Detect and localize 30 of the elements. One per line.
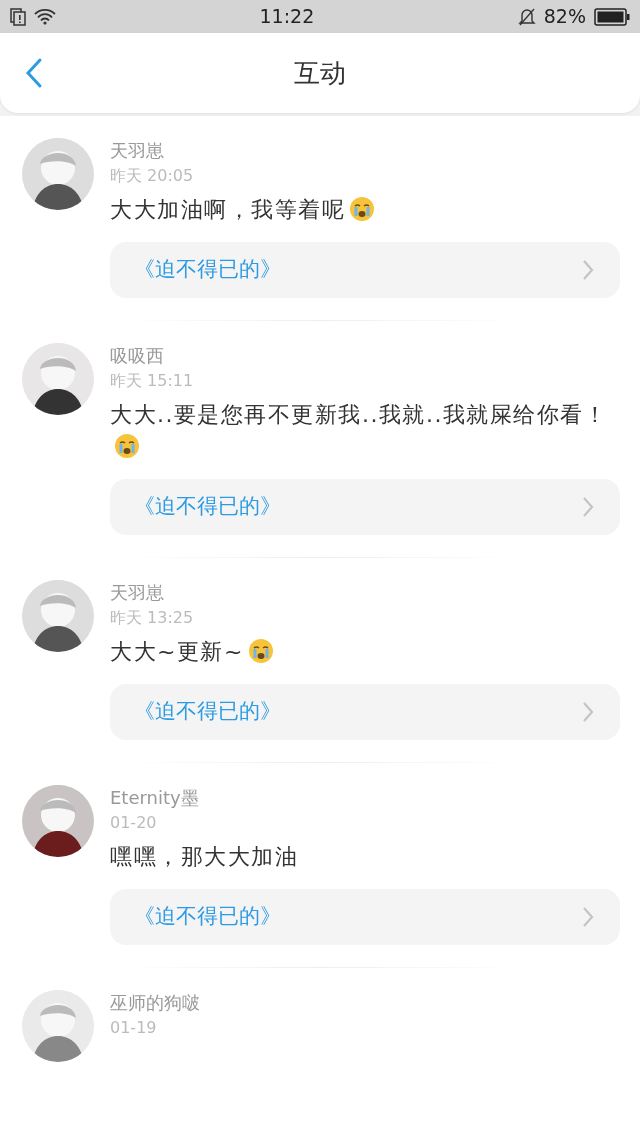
battery-percent: 82%	[543, 4, 586, 30]
work-link[interactable]: 《迫不得已的》	[110, 684, 620, 740]
page-title: 互动	[294, 57, 346, 88]
comment-time: 昨天 15:11	[110, 370, 195, 392]
user-name: 天羽崽	[110, 139, 165, 163]
battery-icon	[594, 7, 630, 26]
sim-card-icon	[10, 7, 26, 26]
chevron-right-icon	[582, 496, 594, 518]
chevron-right-icon	[582, 701, 594, 723]
comment-time: 昨天 20:05	[110, 165, 195, 187]
status-time: 11:22	[259, 4, 315, 30]
work-link[interactable]: 《迫不得已的》	[110, 242, 620, 298]
bell-muted-icon	[517, 6, 536, 27]
work-link[interactable]: 《迫不得已的》	[110, 479, 620, 535]
comment-text: 大大加油啊，我等着呢	[110, 197, 345, 222]
user-name: Eternity墨	[110, 786, 200, 810]
comment-text: 大大~更新~	[110, 639, 244, 664]
comment-time: 01-19	[110, 1017, 158, 1039]
comment-text: 大大..要是您再不更新我..我就..我就屎给你看！	[110, 402, 608, 427]
comment-text: 嘿嘿，那大大加油	[110, 844, 298, 869]
work-link[interactable]: 《迫不得已的》	[110, 889, 620, 945]
chevron-right-icon	[582, 259, 594, 281]
chevron-right-icon	[582, 906, 594, 928]
wifi-icon	[34, 8, 56, 25]
back-icon[interactable]	[24, 57, 44, 89]
comment-time: 01-20	[110, 812, 158, 834]
comment-time: 昨天 13:25	[110, 607, 195, 629]
user-name: 天羽崽	[110, 581, 165, 605]
user-name: 巫师的狗啵	[110, 991, 201, 1015]
user-name: 吸吸西	[110, 344, 165, 368]
